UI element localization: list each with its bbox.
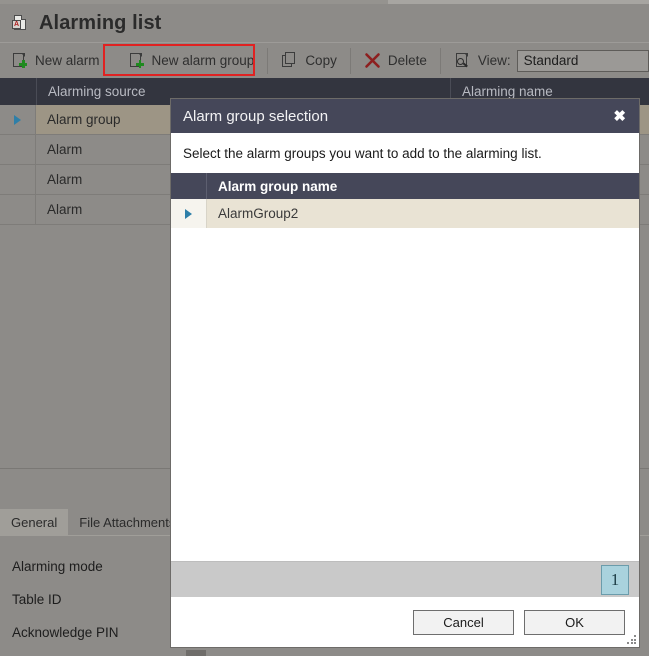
tab-general[interactable]: General bbox=[0, 509, 69, 535]
window-bottom-strip bbox=[0, 648, 649, 656]
row-indicator bbox=[0, 195, 36, 224]
current-row-arrow-icon bbox=[185, 208, 192, 219]
cancel-button[interactable]: Cancel bbox=[413, 609, 514, 635]
list-item[interactable]: AlarmGroup2 bbox=[171, 199, 639, 228]
new-alarm-group-button[interactable]: New alarm group bbox=[117, 44, 266, 78]
new-alarm-button[interactable]: New alarm bbox=[0, 44, 111, 78]
resize-grip[interactable] bbox=[627, 635, 636, 644]
toolbar-separator-3 bbox=[439, 47, 441, 74]
delete-x-icon bbox=[364, 52, 381, 69]
new-alarm-label: New alarm bbox=[35, 53, 100, 68]
tab-file-attachments[interactable]: File Attachments bbox=[68, 509, 186, 535]
page-title: Alarming list bbox=[39, 11, 162, 34]
page-number-button[interactable]: 1 bbox=[601, 564, 629, 595]
alarm-document-icon: A bbox=[12, 14, 30, 32]
toolbar-separator-1 bbox=[267, 47, 269, 74]
page-title-bar: A Alarming list bbox=[0, 4, 649, 42]
dialog-title-bar: Alarm group selection ✖ bbox=[171, 99, 639, 133]
dialog-grid-header-row: Alarm group name bbox=[171, 173, 639, 199]
ok-button[interactable]: OK bbox=[524, 609, 625, 635]
view-label: View: bbox=[477, 53, 511, 68]
close-icon[interactable]: ✖ bbox=[610, 107, 629, 126]
view-document-icon bbox=[454, 52, 471, 69]
dialog-title: Alarm group selection bbox=[183, 107, 329, 125]
list-item-label: AlarmGroup2 bbox=[207, 199, 639, 228]
dialog-button-bar: Cancel OK bbox=[171, 597, 639, 647]
dialog-grid-body: AlarmGroup2 bbox=[171, 199, 639, 561]
toolbar-separator-2 bbox=[349, 47, 351, 74]
bottom-tab-stub[interactable] bbox=[186, 650, 206, 656]
row-indicator bbox=[0, 165, 36, 194]
row-indicator bbox=[0, 135, 36, 164]
new-document-icon bbox=[11, 52, 28, 69]
dialog-instruction-text: Select the alarm groups you want to add … bbox=[171, 133, 639, 173]
delete-button[interactable]: Delete bbox=[353, 44, 438, 78]
row-indicator bbox=[171, 199, 207, 228]
current-row-arrow-icon bbox=[14, 114, 21, 125]
toolbar: New alarm New alarm group Copy Delete Vi… bbox=[0, 42, 649, 78]
copy-button[interactable]: Copy bbox=[270, 44, 348, 78]
detail-tab-bar: General File Attachments bbox=[0, 507, 186, 535]
dialog-pager: 1 bbox=[171, 561, 639, 597]
view-select[interactable]: Standard bbox=[516, 49, 649, 72]
copy-label: Copy bbox=[305, 53, 337, 68]
dialog-grid-header-alarm-group-name[interactable]: Alarm group name bbox=[207, 179, 639, 194]
grid-header-indicator bbox=[0, 78, 36, 105]
row-indicator bbox=[0, 105, 36, 134]
new-alarm-group-label: New alarm group bbox=[151, 53, 255, 68]
view-control: View: Standard bbox=[443, 44, 649, 78]
new-document-group-icon bbox=[128, 52, 145, 69]
alarm-group-selection-dialog: Alarm group selection ✖ Select the alarm… bbox=[171, 99, 639, 647]
copy-icon bbox=[281, 52, 298, 69]
delete-label: Delete bbox=[387, 53, 427, 68]
dialog-grid-header-indicator bbox=[171, 173, 207, 199]
